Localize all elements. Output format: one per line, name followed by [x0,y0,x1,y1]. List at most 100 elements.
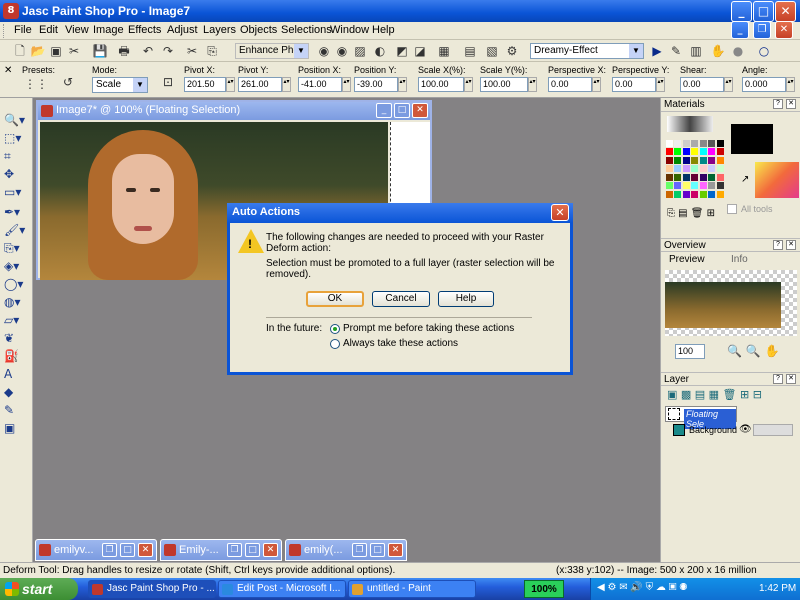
scale-x-spinner[interactable]: ▴▾ [464,77,473,92]
palette-toggle-icon[interactable]: ▥ [688,43,704,59]
always-option-label[interactable]: Always take these actions [343,338,458,349]
angle-spinner[interactable]: ▴▾ [786,77,795,92]
swap-colors-icon[interactable]: ↗ [741,174,749,185]
ring-icon[interactable]: ○ [756,43,772,59]
script-combo[interactable]: Enhance Photo ▼ [235,43,309,59]
text-icon[interactable]: A [4,366,28,382]
pivot-x-spinner[interactable]: ▴▾ [226,77,235,92]
eye-icon[interactable]: 👁 [739,424,752,435]
close-button[interactable]: ✕ [138,543,153,557]
menu-layers[interactable]: Layers [203,24,236,36]
menu-effects[interactable]: Effects [128,24,161,36]
doc-close-button[interactable]: ✕ [775,21,793,39]
menu-adjust[interactable]: Adjust [167,24,198,36]
perspective-y-field[interactable]: 0.00 [612,77,656,92]
menu-objects[interactable]: Objects [240,24,277,36]
position-x-field[interactable]: -41.00 [298,77,342,92]
shear-spinner[interactable]: ▴▾ [724,77,733,92]
landscape-icon[interactable]: ▧ [484,43,500,59]
contrast-icon[interactable]: ◐ [372,43,388,59]
clone-brush-icon[interactable]: ⎘▾ [4,240,28,256]
tab-preview[interactable]: Preview [669,254,705,265]
prompt-option-label[interactable]: Prompt me before taking these actions [343,323,514,334]
browse-icon[interactable]: ▣ [48,43,64,59]
run-script-icon[interactable]: ▶ [649,43,665,59]
ellipse-icon[interactable]: ◯▾ [4,276,28,292]
maximize-button[interactable]: □ [245,543,260,557]
battery-meter[interactable]: 100% [524,580,564,598]
perspective-x-spinner[interactable]: ▴▾ [592,77,601,92]
palette-close-icon[interactable]: ✕ [786,240,796,250]
angle-field[interactable]: 0.000 [742,77,786,92]
layer-row-floating[interactable]: Floating Sele [665,406,737,429]
print-icon[interactable]: 🖶 [116,43,132,59]
menu-window[interactable]: Window [330,24,369,36]
dialog-titlebar[interactable]: Auto Actions ✕ [227,203,573,223]
position-y-spinner[interactable]: ▴▾ [398,77,407,92]
doc-restore-button[interactable]: ❐ [753,21,771,39]
dialog-close-button[interactable]: ✕ [551,204,569,221]
start-button[interactable]: start [0,578,78,600]
overview-zoom-field[interactable]: 100 [675,344,705,359]
histogram-icon[interactable]: ▦ [436,43,452,59]
image-window-titlebar[interactable]: Image7* @ 100% (Floating Selection) _ □ … [38,102,430,120]
undo-icon[interactable]: ↶ [140,43,156,59]
eraser-icon[interactable]: ▱▾ [4,312,28,328]
sharpen-icon[interactable]: ◪ [412,43,428,59]
selection-icon[interactable]: ⬚▾ [4,130,28,146]
minimize-button[interactable]: _ [731,1,752,22]
cancel-button[interactable]: Cancel [372,291,430,307]
palette-close-icon[interactable]: ✕ [786,374,796,384]
crop-icon[interactable]: ⌗ [4,148,28,164]
help-icon[interactable]: ? [773,240,783,250]
flood-fill-icon[interactable]: ⛽ [4,348,28,364]
circle-icon[interactable]: ● [730,43,746,59]
help-icon[interactable]: ? [773,99,783,109]
mode-select[interactable]: Scale ▼ [92,77,148,93]
swatch-grid[interactable] [666,140,724,198]
close-button[interactable]: ✕ [388,543,403,557]
pivot-y-spinner[interactable]: ▴▾ [282,77,291,92]
taskbar-item-ie[interactable]: Edit Post - Microsoft I... [218,580,346,598]
background-gradient-swatch[interactable] [755,162,799,198]
eyedropper-icon[interactable]: ✒▾ [4,204,28,220]
materials-tool-icons[interactable]: ⎘ ▤ 🗑 ⊞ [667,208,715,219]
open-icon[interactable]: 📂 [30,43,46,59]
retouch-icon[interactable]: ◈▾ [4,258,28,274]
picture-tube-icon[interactable]: ❦ [4,330,28,346]
materials-tabs[interactable] [667,116,713,132]
position-y-field[interactable]: -39.00 [354,77,398,92]
copy-icon[interactable]: ⎘ [204,43,220,59]
cut-icon[interactable]: ✂ [184,43,200,59]
reset-icon[interactable]: ↺ [60,74,76,90]
edit-script-icon[interactable]: ✎ [668,43,684,59]
preset-shape-icon[interactable]: ◆ [4,384,28,400]
restore-button[interactable]: ❐ [352,543,367,557]
dodge-icon[interactable]: ◍▾ [4,294,28,310]
effect-combo[interactable]: Dreamy-Effect ▼ [530,43,644,59]
layer-tool-icons[interactable]: ▣ ▩ ▤ ▦ 🗑 ⊞ ⊟ [667,388,762,401]
zoom-icons[interactable]: 🔍 🔍 ✋ [727,344,779,358]
foreground-color-swatch[interactable] [731,124,773,154]
help-icon[interactable]: ? [773,374,783,384]
image-maximize-button[interactable]: □ [394,103,410,118]
scale-y-spinner[interactable]: ▴▾ [528,77,537,92]
menu-selections[interactable]: Selections [281,24,332,36]
help-button[interactable]: Help [438,291,494,307]
scale-x-field[interactable]: 100.00 [418,77,464,92]
minimized-window[interactable]: emily(... ❐ □ ✕ [285,539,407,561]
scale-y-field[interactable]: 100.00 [480,77,528,92]
menu-help[interactable]: Help [372,24,395,36]
taskbar-item-paint[interactable]: untitled - Paint [348,580,476,598]
layer-row-background[interactable]: Background [671,423,737,439]
color-balance-icon[interactable]: ◉ [334,43,350,59]
redo-icon[interactable]: ↷ [160,43,176,59]
layer-opacity-slider[interactable] [753,424,793,436]
position-x-spinner[interactable]: ▴▾ [342,77,351,92]
move-icon[interactable]: ✥ [4,166,28,182]
close-button[interactable]: ✕ [263,543,278,557]
palette-close-icon[interactable]: ✕ [786,99,796,109]
image-minimize-button[interactable]: _ [376,103,392,118]
photo-fix-icon[interactable]: ▨ [352,43,368,59]
always-radio[interactable] [330,339,340,349]
